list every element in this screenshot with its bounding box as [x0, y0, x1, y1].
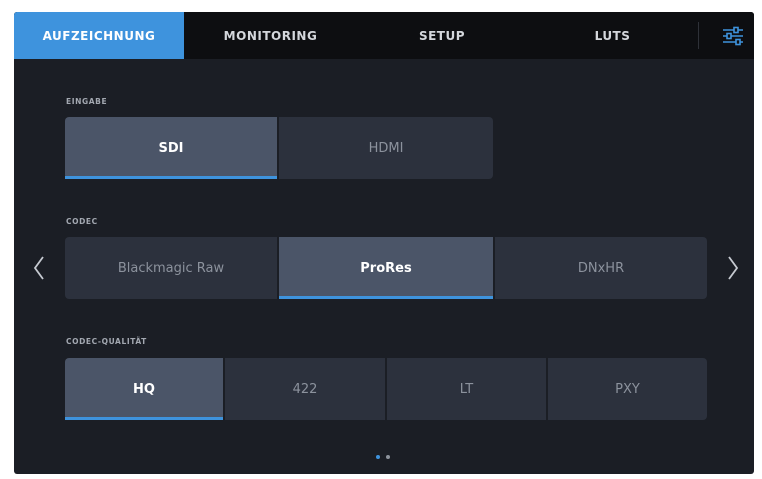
- quality-pxy-label: PXY: [615, 381, 640, 397]
- next-page-button[interactable]: [720, 248, 746, 288]
- sliders-icon: [722, 26, 743, 45]
- tab-luts[interactable]: LUTS: [527, 12, 698, 59]
- quality-hq-label: HQ: [133, 381, 155, 397]
- codec-label: CODEC: [66, 217, 98, 226]
- quality-lt-label: LT: [459, 381, 474, 397]
- input-hdmi-button[interactable]: HDMI: [279, 117, 493, 179]
- tab-bar: AUFZEICHNUNG MONITORING SETUP LUTS: [14, 12, 754, 59]
- previous-page-button[interactable]: [26, 248, 52, 288]
- quality-pxy-button[interactable]: PXY: [548, 358, 707, 420]
- input-sdi-label: SDI: [158, 140, 184, 156]
- tab-aufzeichnung[interactable]: AUFZEICHNUNG: [14, 12, 184, 59]
- input-hdmi-label: HDMI: [368, 140, 404, 156]
- recording-screen: AUFZEICHNUNG MONITORING SETUP LUTS EINGA…: [14, 12, 754, 474]
- codec-blackmagic-raw-button[interactable]: Blackmagic Raw: [65, 237, 277, 299]
- tab-divider: [698, 22, 699, 49]
- codec-prores-button[interactable]: ProRes: [279, 237, 493, 299]
- tab-monitoring[interactable]: MONITORING: [184, 12, 357, 59]
- codec-dnxhr-button[interactable]: DNxHR: [495, 237, 707, 299]
- selected-indicator: [279, 296, 493, 299]
- tab-setup[interactable]: SETUP: [357, 12, 527, 59]
- selected-indicator: [65, 176, 277, 179]
- codec-quality-label: CODEC-QUALITÄT: [66, 337, 147, 346]
- eingabe-label: EINGABE: [66, 97, 108, 106]
- selected-indicator: [65, 417, 223, 420]
- page-indicator: [376, 455, 390, 459]
- codec-prores-label: ProRes: [360, 260, 412, 276]
- chevron-right-icon: [728, 256, 739, 280]
- page-dot-active[interactable]: [376, 455, 380, 459]
- input-sdi-button[interactable]: SDI: [65, 117, 277, 179]
- codec-dnxhr-label: DNxHR: [577, 260, 625, 276]
- quality-lt-button[interactable]: LT: [387, 358, 546, 420]
- quality-422-label: 422: [292, 381, 318, 397]
- quality-hq-button[interactable]: HQ: [65, 358, 223, 420]
- page-dot[interactable]: [386, 455, 390, 459]
- codec-blackmagic-raw-label: Blackmagic Raw: [117, 260, 225, 276]
- settings-button[interactable]: [711, 12, 754, 59]
- quality-422-button[interactable]: 422: [225, 358, 385, 420]
- chevron-left-icon: [33, 256, 44, 280]
